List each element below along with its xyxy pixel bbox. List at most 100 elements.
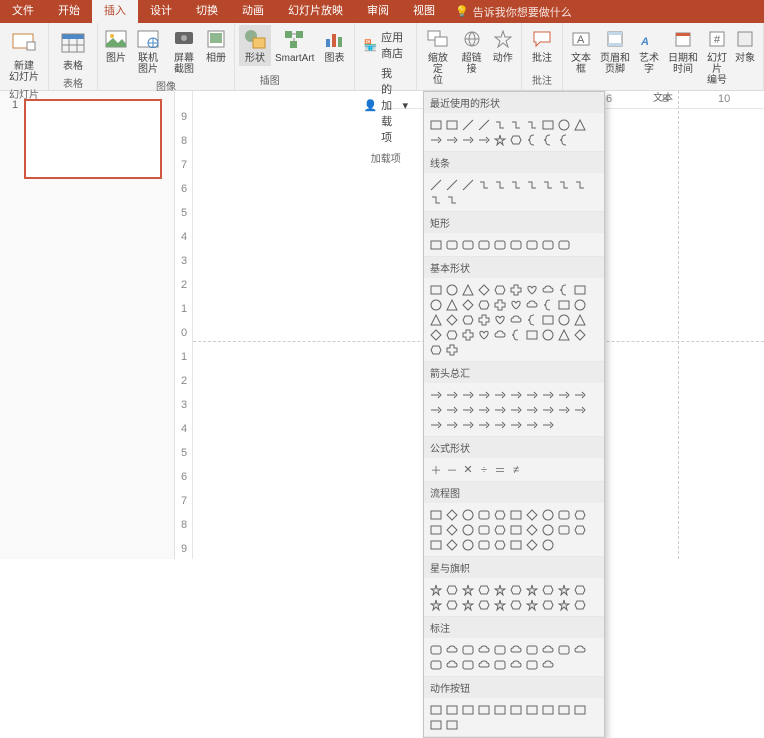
shape-item[interactable] xyxy=(460,642,476,657)
shape-item[interactable] xyxy=(508,387,524,402)
shape-item[interactable] xyxy=(476,537,492,552)
shape-item[interactable] xyxy=(428,582,444,597)
shape-item[interactable] xyxy=(476,282,492,297)
shape-item[interactable] xyxy=(524,582,540,597)
shape-item[interactable] xyxy=(492,177,508,192)
shape-item[interactable] xyxy=(460,282,476,297)
shape-item[interactable] xyxy=(540,522,556,537)
shape-item[interactable] xyxy=(556,282,572,297)
shape-item[interactable] xyxy=(524,132,540,147)
shape-item[interactable] xyxy=(428,507,444,522)
tab-anim[interactable]: 动画 xyxy=(230,0,276,23)
shape-item[interactable] xyxy=(428,597,444,612)
shape-item[interactable] xyxy=(492,237,508,252)
object-button[interactable]: 对象 xyxy=(731,25,759,66)
store-button[interactable]: 🏪应用商店 xyxy=(363,29,408,61)
shape-item[interactable] xyxy=(444,312,460,327)
shape-item[interactable] xyxy=(428,297,444,312)
shape-item[interactable] xyxy=(572,642,588,657)
zoom-button[interactable]: 缩放定 位 xyxy=(421,25,455,88)
shape-item[interactable] xyxy=(540,177,556,192)
shape-item[interactable] xyxy=(508,597,524,612)
shape-item[interactable] xyxy=(492,327,508,342)
shape-item[interactable] xyxy=(476,522,492,537)
shape-item[interactable] xyxy=(444,717,460,732)
tab-slideshow[interactable]: 幻灯片放映 xyxy=(276,0,355,23)
shape-item[interactable] xyxy=(444,387,460,402)
shape-item[interactable] xyxy=(428,657,444,672)
shape-item[interactable] xyxy=(524,327,540,342)
shape-item[interactable] xyxy=(508,237,524,252)
shape-item[interactable] xyxy=(508,282,524,297)
shape-item[interactable] xyxy=(540,702,556,717)
shape-item[interactable] xyxy=(428,387,444,402)
shape-item[interactable] xyxy=(556,177,572,192)
shape-item[interactable] xyxy=(524,282,540,297)
smartart-button[interactable]: SmartArt xyxy=(271,25,318,66)
table-button[interactable]: 表格 xyxy=(53,25,93,74)
shape-item[interactable] xyxy=(492,537,508,552)
shape-item[interactable] xyxy=(540,507,556,522)
shape-item[interactable] xyxy=(540,282,556,297)
shape-item[interactable] xyxy=(460,237,476,252)
shape-item[interactable] xyxy=(556,132,572,147)
shape-item[interactable] xyxy=(492,282,508,297)
shape-item[interactable] xyxy=(444,657,460,672)
shape-item[interactable] xyxy=(524,417,540,432)
shape-item[interactable] xyxy=(508,132,524,147)
shape-item[interactable] xyxy=(444,642,460,657)
shape-item[interactable] xyxy=(556,327,572,342)
shape-item[interactable] xyxy=(572,597,588,612)
shape-item[interactable] xyxy=(556,402,572,417)
shape-item[interactable] xyxy=(556,597,572,612)
shape-item[interactable] xyxy=(508,537,524,552)
tab-view[interactable]: 视图 xyxy=(401,0,447,23)
datetime-button[interactable]: 日期和时间 xyxy=(663,25,703,77)
shape-item[interactable] xyxy=(444,522,460,537)
shape-item[interactable] xyxy=(476,507,492,522)
shape-item[interactable] xyxy=(508,642,524,657)
shape-item[interactable] xyxy=(492,132,508,147)
shape-item[interactable] xyxy=(492,522,508,537)
shape-item[interactable] xyxy=(476,402,492,417)
shape-item[interactable]: ≠ xyxy=(508,462,524,477)
shape-item[interactable]: ÷ xyxy=(476,462,492,477)
slide-canvas[interactable]: 6810121416 最近使用的形状 线条 矩形 基本形状 箭头总汇 公式形状＋… xyxy=(193,91,764,559)
shape-item[interactable] xyxy=(524,402,540,417)
shape-item[interactable] xyxy=(508,657,524,672)
shape-item[interactable] xyxy=(444,597,460,612)
shape-item[interactable] xyxy=(460,657,476,672)
shape-item[interactable] xyxy=(428,327,444,342)
shape-item[interactable] xyxy=(540,312,556,327)
shape-item[interactable] xyxy=(460,417,476,432)
shape-item[interactable] xyxy=(492,702,508,717)
shape-item[interactable] xyxy=(444,507,460,522)
shape-item[interactable] xyxy=(476,312,492,327)
shape-item[interactable] xyxy=(556,702,572,717)
link-button[interactable]: 超链接 xyxy=(455,25,489,77)
shape-item[interactable] xyxy=(540,327,556,342)
shape-item[interactable] xyxy=(492,387,508,402)
shape-item[interactable] xyxy=(556,522,572,537)
shape-item[interactable] xyxy=(556,582,572,597)
tab-review[interactable]: 审阅 xyxy=(355,0,401,23)
shape-item[interactable] xyxy=(444,132,460,147)
shape-item[interactable] xyxy=(460,297,476,312)
shape-item[interactable] xyxy=(460,582,476,597)
shape-item[interactable] xyxy=(460,117,476,132)
shape-item[interactable] xyxy=(428,192,444,207)
tab-design[interactable]: 设计 xyxy=(138,0,184,23)
shape-item[interactable] xyxy=(428,417,444,432)
shape-item[interactable] xyxy=(540,387,556,402)
shape-item[interactable] xyxy=(508,702,524,717)
shape-item[interactable] xyxy=(444,282,460,297)
shape-item[interactable] xyxy=(428,342,444,357)
shape-item[interactable] xyxy=(572,297,588,312)
shape-item[interactable] xyxy=(508,417,524,432)
shape-item[interactable] xyxy=(572,522,588,537)
shape-item[interactable] xyxy=(524,507,540,522)
shape-item[interactable] xyxy=(508,117,524,132)
shape-item[interactable] xyxy=(508,582,524,597)
shape-item[interactable] xyxy=(460,522,476,537)
shape-item[interactable] xyxy=(508,522,524,537)
